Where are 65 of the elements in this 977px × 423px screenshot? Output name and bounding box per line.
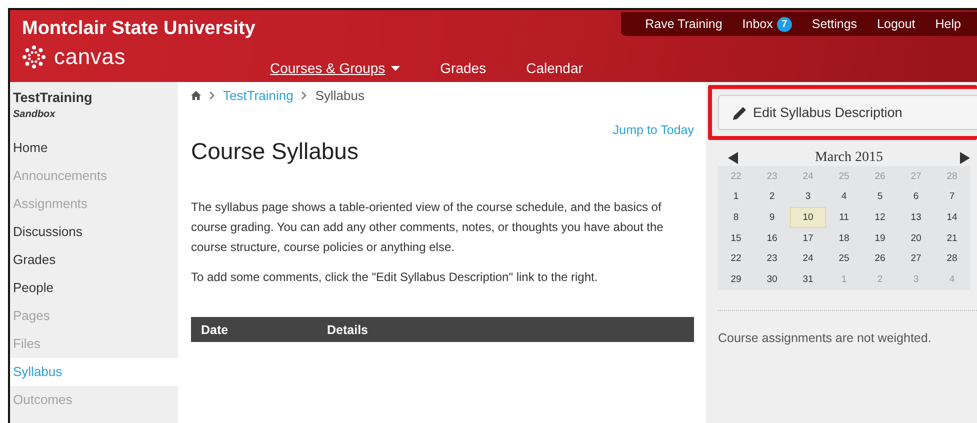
chevron-icon [301,91,308,100]
calendar-day[interactable]: 3 [790,186,826,208]
description-text: The syllabus page shows a table-oriented view of the course schedule, and the basics of course grading. You can add any other comments, notes, or thoughts you have about the course structure, course policies or anything else. [191,199,664,256]
nav-link[interactable]: Courses & Groups [270,60,400,76]
page-title: Course Syllabus [191,137,360,165]
calendar-day[interactable]: 18 [826,228,862,248]
sidebar-item[interactable]: Grades [10,246,178,274]
calendar-day[interactable]: 27 [898,248,934,269]
course-subtitle: Sandbox [12,108,56,122]
calendar-day[interactable]: 12 [862,207,898,228]
column-header: Details [327,322,369,336]
calendar-day[interactable]: 9 [754,207,790,228]
caret-icon [391,66,400,70]
calendar-day[interactable]: 7 [934,186,970,208]
calendar-day[interactable]: 25 [826,248,862,269]
sidebar-item[interactable]: Home [10,134,178,162]
user-nav-link[interactable]: Inbox 7 [732,16,802,32]
previous-month-icon[interactable] [728,152,738,164]
breadcrumb-current[interactable]: Syllabus [315,88,364,103]
user-nav-link[interactable]: Settings [802,17,868,31]
calendar-day[interactable]: 2 [754,186,790,208]
calendar-day[interactable]: 11 [826,207,862,228]
sidebar-item[interactable]: Discussions [10,218,178,246]
calendar-day[interactable]: 4 [826,186,862,208]
pencil-icon [733,106,747,120]
user-nav-link[interactable]: Help [925,17,971,31]
calendar-day[interactable]: 31 [790,268,826,290]
calendar-day[interactable]: 10 [790,207,826,228]
calendar-day[interactable]: 19 [862,228,898,248]
calendar-day[interactable]: 28 [934,248,970,269]
calendar-day[interactable]: 15 [718,228,754,248]
institution-name: Montclair State University [22,18,256,40]
column-header: Date [201,322,230,336]
calendar-day[interactable]: 20 [898,228,934,248]
calendar-day[interactable]: 8 [718,207,754,228]
chevron-icon [209,91,215,100]
course-name: TestTraining [12,90,94,105]
calendar-month: March 2015 [814,150,884,166]
calendar-day[interactable]: 17 [790,228,826,248]
calendar-day[interactable]: 22 [718,248,754,269]
edit-syllabus-button[interactable]: Edit Syllabus Description [718,95,977,130]
calendar-day[interactable]: 14 [934,207,970,228]
calendar-day[interactable]: 24 [790,248,826,269]
calendar-day[interactable]: 23 [754,248,790,269]
nav-link[interactable]: Grades [440,60,486,76]
calendar-day[interactable]: 5 [862,186,898,208]
next-month-icon[interactable] [960,152,970,164]
user-nav-link[interactable]: Logout [867,17,926,31]
calendar-day[interactable]: 16 [754,228,790,248]
description-text: To add some comments, click the "Edit Syllabus Description" link to the right. [191,269,599,286]
nav-link[interactable]: Calendar [526,60,583,76]
home-icon[interactable] [191,91,201,100]
count-badge: 7 [776,16,792,32]
user-nav-link[interactable]: Rave Training [635,17,732,31]
calendar-day[interactable]: 6 [898,186,934,208]
calendar-day[interactable]: 30 [754,268,790,290]
calendar-day[interactable]: 29 [718,268,754,290]
logo-text: canvas [54,44,126,70]
logo-icon [22,45,46,69]
calendar-day[interactable]: 1 [718,186,754,208]
weighting-note: Course assignments are not weighted. [718,330,932,345]
calendar-day[interactable]: 21 [934,228,970,248]
calendar-day[interactable]: 13 [898,207,934,228]
calendar-day[interactable]: 26 [862,248,898,269]
sidebar-item[interactable]: People [10,274,178,302]
